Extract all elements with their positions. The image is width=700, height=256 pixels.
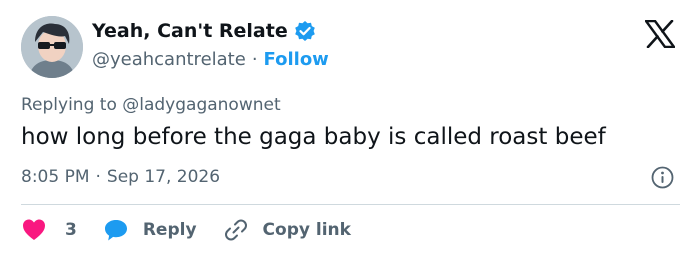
separator-dot: · <box>251 49 258 70</box>
replying-to-prefix: Replying to <box>21 95 117 115</box>
avatar-image <box>21 16 83 78</box>
link-icon <box>224 219 247 241</box>
like-button[interactable]: 3 <box>21 217 77 243</box>
author-name[interactable]: Yeah, Can't Relate <box>92 20 288 42</box>
divider <box>21 204 680 205</box>
verified-badge-icon <box>294 21 315 41</box>
follow-button[interactable]: Follow <box>264 49 329 70</box>
timestamp-separator: · <box>95 167 101 187</box>
avatar[interactable] <box>21 16 83 78</box>
author-handle[interactable]: @yeahcantrelate <box>92 49 246 70</box>
speech-bubble-icon <box>104 220 127 241</box>
info-icon[interactable] <box>651 166 674 189</box>
tweet-timestamp[interactable]: 8:05 PM · Sep 17, 2026 <box>21 167 220 187</box>
embedded-tweet-card: Yeah, Can't Relate @yeahcantrelate · Fol… <box>0 0 700 256</box>
author-name-row: Yeah, Can't Relate <box>92 20 316 42</box>
replying-to: Replying to @ladygaganownet <box>21 95 281 115</box>
reply-label: Reply <box>142 220 197 240</box>
action-bar: 3 Reply Copy link <box>21 217 351 243</box>
reply-button[interactable]: Reply <box>103 217 197 243</box>
replying-to-handle[interactable]: @ladygaganownet <box>122 95 280 115</box>
tweet-text: how long before the gaga baby is called … <box>21 124 606 150</box>
tweet-date: Sep 17, 2026 <box>106 167 221 187</box>
copy-link-label: Copy link <box>262 220 351 240</box>
x-logo-icon[interactable] <box>645 20 675 48</box>
like-count: 3 <box>65 220 77 240</box>
author-handle-row: @yeahcantrelate · Follow <box>92 49 329 70</box>
tweet-time: 8:05 PM <box>21 167 90 187</box>
heart-icon <box>23 219 45 240</box>
copy-link-button[interactable]: Copy link <box>223 217 351 243</box>
